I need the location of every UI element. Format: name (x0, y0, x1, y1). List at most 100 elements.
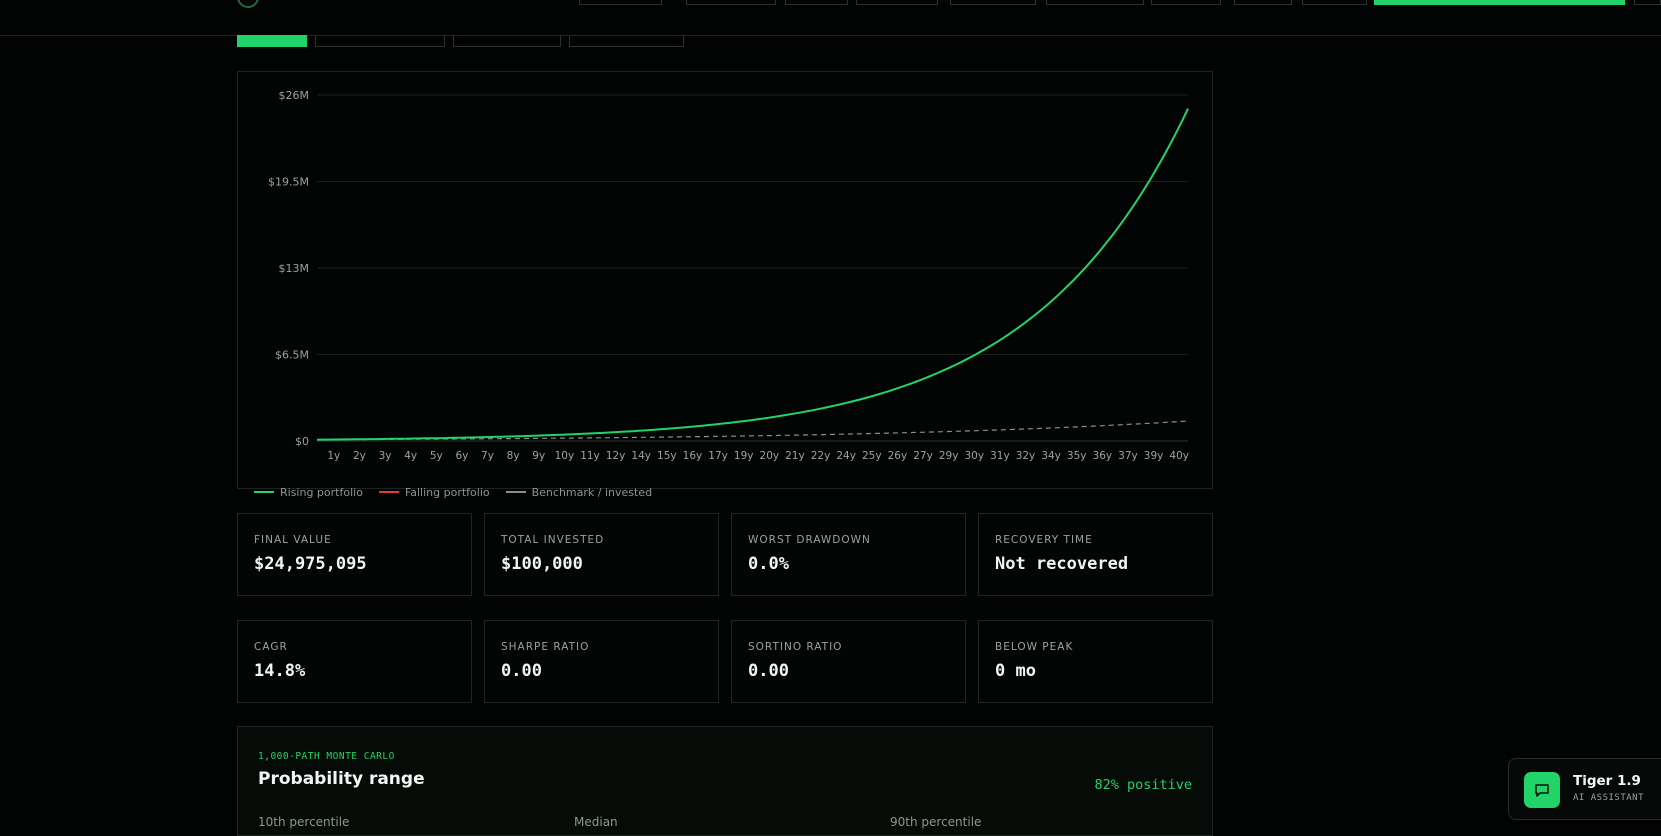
stat-value: 0 mo (995, 661, 1036, 681)
brand-logo[interactable] (237, 0, 595, 8)
benchmark-series-line (316, 420, 1189, 441)
x-tick-label: 7y (481, 450, 494, 462)
x-tick-label: 40y (1169, 450, 1189, 462)
stat-value: 14.8% (254, 661, 306, 681)
stat-value: 0.00 (501, 661, 542, 681)
assistant-open-button[interactable] (1524, 772, 1560, 808)
x-tick-label: 17y (708, 450, 728, 462)
assistant-name: Tiger 1.9 (1573, 773, 1641, 789)
x-tick-label: 32y (1016, 450, 1036, 462)
stat-card-total-invested: TOTAL INVESTED $100,000 (484, 513, 719, 596)
nav-tab-10[interactable] (1634, 0, 1661, 5)
nav-tab-4[interactable] (856, 0, 938, 5)
x-tick-label: 22y (811, 450, 831, 462)
stat-value: Not recovered (995, 554, 1129, 574)
stat-value: 0.0% (748, 554, 789, 574)
legend-item-falling[interactable]: Falling portfolio (378, 485, 490, 499)
y-tick-label: $6.5M (275, 349, 309, 362)
x-tick-label: 35y (1067, 450, 1087, 462)
x-tick-label: 24y (836, 450, 856, 462)
monte-carlo-title: Probability range (258, 769, 425, 789)
y-tick-label: $19.5M (268, 176, 309, 189)
stat-label: BELOW PEAK (995, 641, 1074, 653)
x-tick-label: 14y (631, 450, 651, 462)
portfolio-growth-chart: $0 $6.5M $13M $19.5M $26M 1y 2y 3y 4y 5y 6y 7y 8y 9y 1… (268, 89, 1189, 462)
nav-cta-button[interactable] (1374, 0, 1625, 5)
x-tick-label: 4y (404, 450, 417, 462)
x-tick-label: 21y (785, 450, 805, 462)
chart-legend: Rising portfolio Falling portfolio Bench… (254, 485, 652, 499)
monte-carlo-positive-rate: 82% positive (1094, 777, 1192, 793)
rising-portfolio-series-line (316, 108, 1189, 441)
nav-tab-5[interactable] (950, 0, 1036, 5)
percentile-90-label: 90th percentile (890, 815, 982, 829)
stat-card-recovery-time: RECOVERY TIME Not recovered (978, 513, 1213, 596)
x-tick-label: 1y (327, 450, 340, 462)
tiger-logo-icon (237, 0, 259, 8)
x-tick-label: 19y (734, 450, 754, 462)
x-tick-label: 26y (888, 450, 908, 462)
percentile-10-label: 10th percentile (258, 815, 350, 829)
x-tick-label: 25y (862, 450, 882, 462)
stat-card-sharpe-ratio: SHARPE RATIO 0.00 (484, 620, 719, 703)
stat-card-worst-drawdown: WORST DRAWDOWN 0.0% (731, 513, 966, 596)
stat-label: TOTAL INVESTED (501, 534, 605, 546)
stat-value: $24,975,095 (254, 554, 367, 574)
nav-tab-9[interactable] (1302, 0, 1367, 5)
monte-carlo-kicker: 1,000-PATH MONTE CARLO (258, 751, 395, 762)
legend-label-rising: Rising portfolio (280, 485, 363, 499)
y-tick-label: $13M (279, 262, 310, 275)
x-tick-label: 2y (353, 450, 366, 462)
x-tick-label: 12y (606, 450, 626, 462)
chat-bubble-icon (1535, 784, 1549, 797)
nav-tab-1[interactable] (579, 0, 662, 5)
x-tick-label: 30y (964, 450, 984, 462)
scenario-tab-3[interactable] (453, 35, 561, 47)
x-tick-label: 36y (1093, 450, 1113, 462)
legend-item-rising[interactable]: Rising portfolio (254, 486, 363, 499)
stat-label: SORTINO RATIO (748, 641, 843, 653)
y-tick-label: $26M (279, 89, 310, 102)
stat-value: 0.00 (748, 661, 789, 681)
stat-value: $100,000 (501, 554, 583, 574)
x-tick-label: 39y (1144, 450, 1164, 462)
legend-label-benchmark: Benchmark / invested (531, 485, 653, 499)
nav-tab-8[interactable] (1234, 0, 1292, 5)
nav-tab-7[interactable] (1151, 0, 1221, 5)
x-tick-label: 3y (379, 450, 392, 462)
x-tick-label: 10y (555, 450, 575, 462)
stat-label: RECOVERY TIME (995, 534, 1093, 546)
scenario-tab-4[interactable] (569, 35, 684, 47)
legend-item-benchmark[interactable]: Benchmark / invested (505, 485, 653, 499)
x-tick-label: 9y (532, 450, 545, 462)
stat-label: WORST DRAWDOWN (748, 534, 871, 546)
legend-swatch-rising (254, 491, 274, 493)
legend-swatch-falling (378, 491, 399, 493)
x-tick-label: 20y (760, 450, 780, 462)
stat-card-cagr: CAGR 14.8% (237, 620, 472, 703)
nav-tab-6[interactable] (1046, 0, 1144, 5)
stat-label: CAGR (254, 641, 288, 653)
stat-card-below-peak: BELOW PEAK 0 mo (978, 620, 1213, 703)
stat-label: FINAL VALUE (254, 534, 332, 546)
top-navigation (0, 0, 1661, 36)
scenario-tab-2[interactable] (315, 35, 445, 47)
stat-card-final-value: FINAL VALUE $24,975,095 (237, 513, 472, 596)
x-tick-label: 11y (580, 450, 600, 462)
nav-tab-2[interactable] (686, 0, 776, 5)
brand-wordmark (265, 0, 595, 8)
stat-label: SHARPE RATIO (501, 641, 590, 653)
x-tick-label: 34y (1041, 450, 1061, 462)
nav-tab-3[interactable] (785, 0, 848, 5)
monte-carlo-panel: 1,000-PATH MONTE CARLO Probability range… (237, 726, 1213, 836)
ai-assistant-widget[interactable]: Tiger 1.9 AI ASSISTANT (1508, 758, 1661, 820)
x-tick-label: 15y (657, 450, 677, 462)
legend-swatch-benchmark (505, 491, 526, 493)
stat-card-sortino-ratio: SORTINO RATIO 0.00 (731, 620, 966, 703)
scenario-tab-active[interactable] (237, 35, 307, 47)
x-tick-label: 37y (1118, 450, 1138, 462)
x-tick-label: 31y (990, 450, 1010, 462)
x-tick-label: 5y (430, 450, 443, 462)
assistant-subtitle: AI ASSISTANT (1573, 793, 1645, 803)
legend-label-falling: Falling portfolio (404, 485, 490, 499)
